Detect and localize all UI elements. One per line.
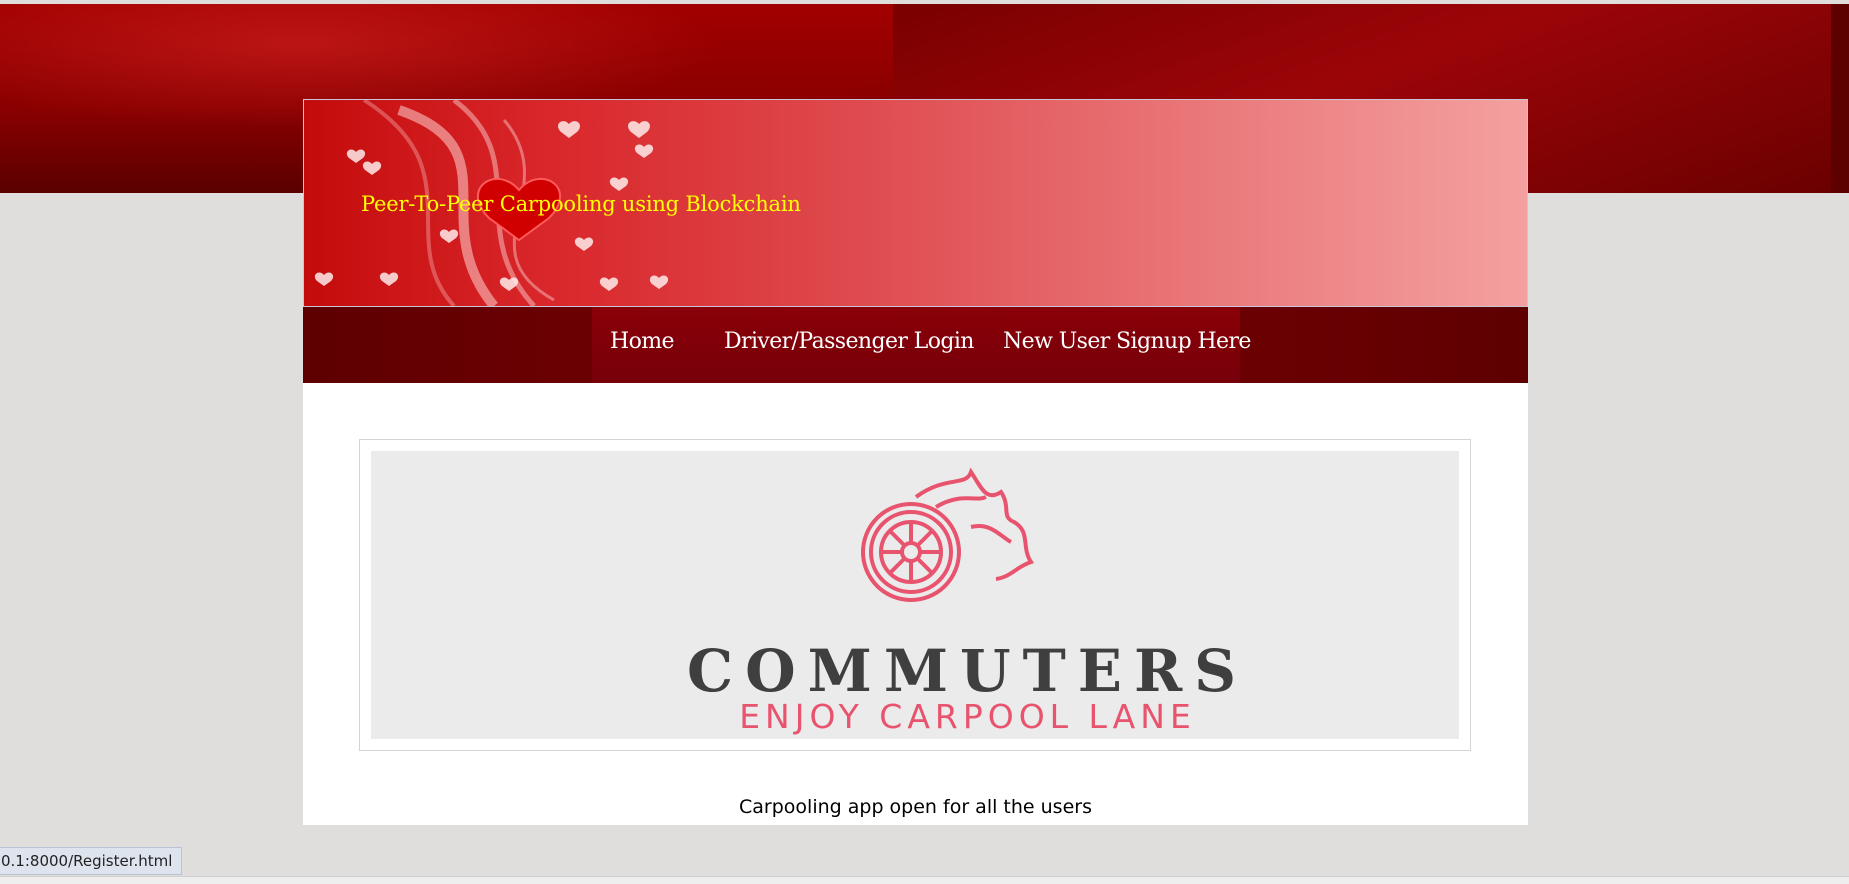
nav-item-home[interactable]: Home (610, 329, 675, 354)
nav-list: Home Driver/Passenger Login New User Sig… (303, 307, 1528, 383)
site-header: Peer-To-Peer Carpooling using Blockchain (303, 99, 1528, 307)
logo-tagline: ENJOY CARPOOL LANE (739, 697, 1196, 736)
flaming-wheel-icon (861, 467, 1035, 602)
nav-item-login[interactable]: Driver/Passenger Login (724, 329, 974, 354)
banner-edge (1831, 4, 1849, 193)
main-content: COMMUTERS ENJOY CARPOOL LANE Carpooling … (303, 383, 1528, 825)
commuters-logo-image: COMMUTERS ENJOY CARPOOL LANE (371, 451, 1459, 739)
nav-item-signup[interactable]: New User Signup Here (1003, 329, 1251, 354)
page-wrapper: Peer-To-Peer Carpooling using Blockchain… (303, 99, 1528, 825)
main-nav: Home Driver/Passenger Login New User Sig… (303, 307, 1528, 383)
logo-image-frame: COMMUTERS ENJOY CARPOOL LANE (359, 439, 1471, 751)
page-caption: Carpooling app open for all the users (739, 796, 1092, 818)
site-title: Peer-To-Peer Carpooling using Blockchain (361, 192, 801, 216)
logo-brand-text: COMMUTERS (686, 637, 1249, 705)
status-bar-url: 0.1:8000/Register.html (0, 847, 183, 875)
